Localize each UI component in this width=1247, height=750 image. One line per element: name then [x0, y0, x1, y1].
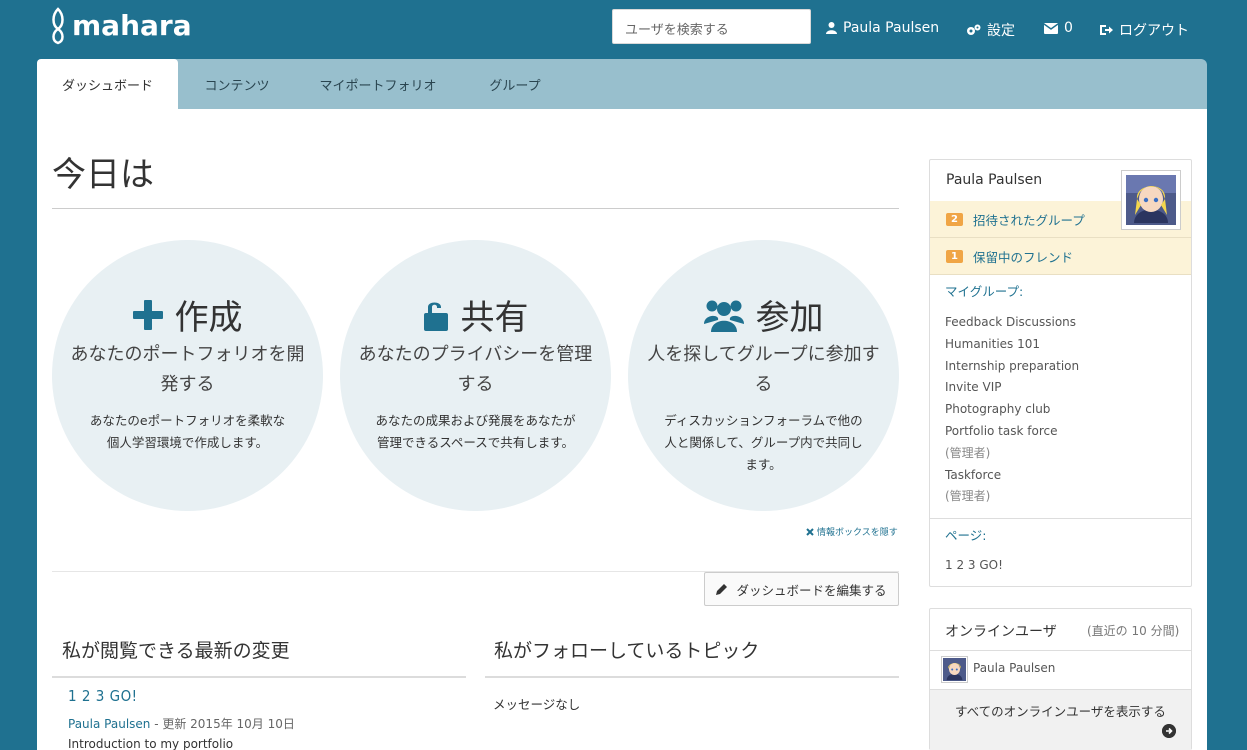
show-all-online-label: すべてのオンラインユーザを表示する — [955, 704, 1166, 719]
header-user-name: Paula Paulsen — [843, 20, 940, 36]
no-messages-text: メッセージなし — [493, 697, 581, 712]
recent-item-meta: Paula Paulsen - 更新 2015年 10月 10日 — [68, 715, 295, 732]
create-subtitle: あなたのポートフォリオを開発する — [70, 344, 305, 395]
group-role-admin: (管理者) — [945, 489, 991, 504]
engage-description: ディスカッションフォーラムで他の人と関係して、グループ内で共同します。 — [664, 413, 863, 472]
invited-groups-label: 招待されたグループ — [973, 212, 1085, 228]
my-groups-list: Feedback Discussions Humanities 101 Inte… — [945, 312, 1079, 508]
edit-dashboard-button[interactable]: ダッシュボードを編集する — [704, 572, 899, 606]
main-nav: ダッシュボード コンテンツ マイポートフォリオ グループ — [37, 59, 1207, 109]
recent-item-author[interactable]: Paula Paulsen — [68, 717, 150, 731]
user-search-input[interactable]: ユーザを検索する — [612, 9, 811, 44]
engage-info-circle[interactable]: 参加 人を探してグループに参加する ディスカッションフォーラムで他の人と関係して… — [628, 240, 899, 511]
online-users-divider — [930, 650, 1191, 651]
page-title: 今日は — [52, 155, 154, 195]
engage-subtitle: 人を探してグループに参加する — [647, 344, 880, 395]
engage-heading: 参加 — [628, 290, 899, 339]
recent-changes-divider — [52, 676, 466, 678]
group-link-humanities[interactable]: Humanities 101 — [945, 334, 1079, 356]
plus-icon — [132, 299, 163, 330]
share-description: あなたの成果および発展をあなたが管理できるスペースで共有します。 — [375, 413, 576, 450]
online-users-title: オンラインユーザ — [945, 624, 1057, 640]
create-heading-text: 作成 — [174, 298, 243, 338]
logo-text: mahara — [72, 9, 192, 42]
tab-dashboard[interactable]: ダッシュボード — [37, 59, 178, 109]
avatar-image — [1126, 175, 1176, 225]
engage-heading-text: 参加 — [755, 298, 824, 338]
tab-groups[interactable]: グループ — [475, 59, 555, 109]
online-users-sidebar: オンラインユーザ (直近の 10 分間) Paula Paulsen すべてのオ… — [929, 608, 1192, 750]
sidebar-divider — [930, 518, 1191, 519]
hide-info-label: 情報ボックスを隠す — [817, 528, 898, 538]
profile-avatar[interactable] — [1121, 170, 1181, 230]
envelope-icon — [1044, 22, 1058, 34]
unlock-icon — [423, 302, 448, 331]
tab-content[interactable]: コンテンツ — [183, 59, 291, 109]
watched-topics-divider — [485, 676, 899, 678]
hide-info-box-link[interactable]: 情報ボックスを隠す — [806, 525, 898, 538]
recent-item-description: Introduction to my portfolio — [68, 737, 234, 750]
close-icon — [806, 527, 814, 536]
inbox-count: 0 — [1064, 20, 1073, 36]
group-link-portfolio-taskforce[interactable]: Portfolio task force — [945, 421, 1079, 443]
show-all-online-users-button[interactable]: すべてのオンラインユーザを表示する — [930, 689, 1191, 750]
share-info-circle[interactable]: 共有 あなたのプライバシーを管理する あなたの成果および発展をあなたが管理できる… — [340, 240, 611, 511]
mahara-logo[interactable]: mahara — [50, 3, 195, 45]
online-users-subtitle: (直近の 10 分間) — [1087, 624, 1180, 638]
pending-friends-label: 保留中のフレンド — [973, 249, 1074, 265]
tab-portfolio[interactable]: マイポートフォリオ — [313, 59, 443, 109]
pencil-icon — [716, 584, 728, 595]
users-icon — [703, 300, 744, 332]
sidebar-user-name[interactable]: Paula Paulsen — [946, 172, 1042, 188]
share-heading: 共有 — [340, 290, 611, 339]
share-heading-text: 共有 — [460, 298, 529, 338]
group-link-feedback[interactable]: Feedback Discussions — [945, 312, 1079, 334]
logout-link[interactable]: ログアウト — [1100, 20, 1189, 40]
pending-friends-notice[interactable]: 1 保留中のフレンド — [930, 238, 1191, 275]
title-divider — [52, 208, 899, 209]
recent-changes-title: 私が閲覧できる最新の変更 — [62, 640, 290, 662]
settings-label: 設定 — [987, 23, 1015, 39]
user-menu-link[interactable]: Paula Paulsen — [826, 20, 939, 36]
edit-dashboard-label: ダッシュボードを編集する — [736, 582, 887, 598]
my-groups-label: マイグループ: — [945, 284, 1024, 299]
invited-groups-count: 2 — [946, 212, 963, 226]
logout-label: ログアウト — [1119, 23, 1189, 39]
create-description: あなたのeポートフォリオを柔軟な個人学習環境で作成します。 — [89, 413, 286, 450]
logout-icon — [1100, 25, 1113, 35]
header: mahara ユーザを検索する Paula Paulsen 設定 0 ログアウト — [0, 0, 1247, 59]
online-avatar-image — [943, 658, 966, 681]
group-link-internship[interactable]: Internship preparation — [945, 356, 1079, 378]
page-link[interactable]: 1 2 3 GO! — [945, 558, 1003, 572]
online-user-name[interactable]: Paula Paulsen — [973, 661, 1055, 675]
group-link-taskforce[interactable]: Taskforce — [945, 465, 1079, 487]
pages-label: ページ: — [945, 528, 987, 543]
group-role-admin: (管理者) — [945, 445, 991, 460]
share-subtitle: あなたのプライバシーを管理する — [358, 344, 593, 395]
recent-item-updated: - 更新 2015年 10月 10日 — [150, 717, 295, 731]
inbox-link[interactable]: 0 — [1044, 20, 1073, 36]
group-link-invite-vip[interactable]: Invite VIP — [945, 377, 1079, 399]
create-heading: 作成 — [52, 290, 323, 339]
recent-item-title[interactable]: 1 2 3 GO! — [68, 687, 138, 705]
watched-topics-title: 私がフォローしているトピック — [494, 640, 760, 662]
pending-friends-count: 1 — [946, 249, 963, 263]
gears-icon — [967, 24, 981, 35]
online-user-avatar[interactable] — [941, 656, 968, 683]
arrow-circle-right-icon — [1162, 724, 1176, 738]
group-link-photography[interactable]: Photography club — [945, 399, 1079, 421]
user-icon — [826, 22, 837, 34]
create-info-circle[interactable]: 作成 あなたのポートフォリオを開発する あなたのeポートフォリオを柔軟な個人学習… — [52, 240, 323, 511]
profile-sidebar: Paula Paulsen 2 招待されたグループ 1 保留中のフレンド マイグ… — [929, 159, 1192, 587]
settings-link[interactable]: 設定 — [966, 20, 1015, 40]
